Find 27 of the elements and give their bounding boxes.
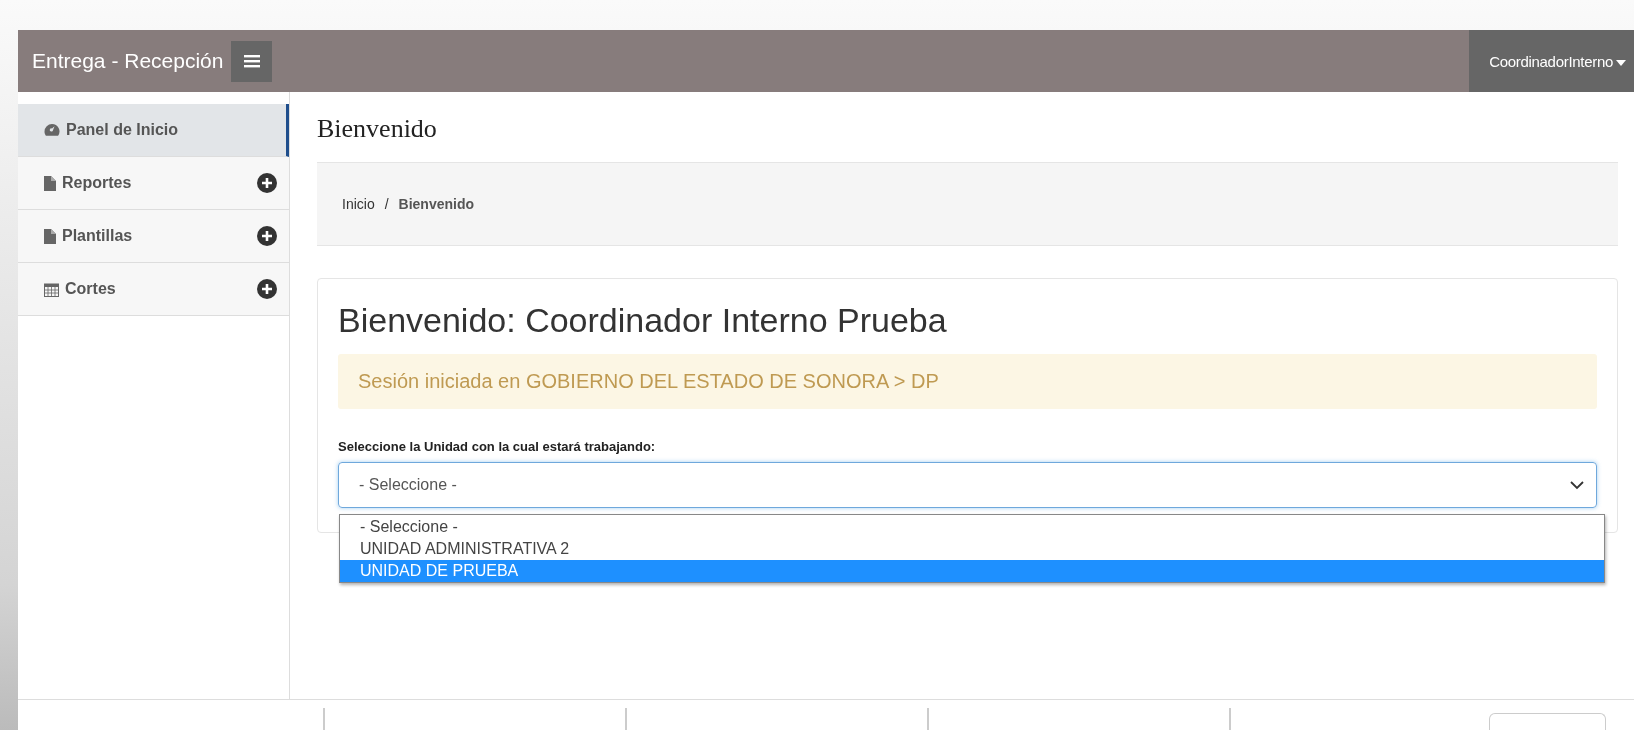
user-menu[interactable]: CoordinadorInterno [1469, 30, 1634, 92]
breadcrumb-link[interactable]: Inicio [342, 196, 375, 212]
plus-icon[interactable] [257, 279, 277, 299]
session-alert: Sesión iniciada en GOBIERNO DEL ESTADO DE SONORA > DP [338, 354, 1597, 409]
dropdown-option[interactable]: UNIDAD ADMINISTRATIVA 2 [340, 538, 1604, 560]
breadcrumb-current: Bienvenido [398, 196, 475, 212]
menu-button[interactable] [231, 40, 273, 82]
dropdown-option[interactable]: - Seleccione - [340, 516, 1604, 538]
chevron-icon [1570, 480, 1584, 490]
plus-icon[interactable] [257, 173, 277, 193]
app-title: Entrega - Recepción [32, 49, 224, 73]
file-icon [44, 228, 56, 244]
caret-icon [1616, 60, 1626, 66]
gauge-icon [44, 123, 60, 137]
page-title: Bienvenido [317, 114, 438, 144]
plus-icon[interactable] [257, 226, 277, 246]
calendar-icon [44, 281, 59, 297]
sidebar-item[interactable]: Reportes [18, 157, 289, 210]
sidebar-item[interactable]: Plantillas [18, 210, 289, 263]
welcome-heading: Bienvenido: Coordinador Interno Prueba [338, 301, 948, 340]
field-label: Seleccione la Unidad con la cual estará trabajando: [338, 439, 657, 454]
menu-icon [243, 54, 260, 68]
sidebar-item[interactable]: Panel de Inicio [18, 104, 289, 157]
breadcrumb-separator: / [384, 196, 389, 212]
sidebar-item[interactable]: Cortes [18, 263, 289, 316]
file-icon [44, 175, 56, 191]
unit-select[interactable]: - Seleccione - [338, 462, 1597, 508]
